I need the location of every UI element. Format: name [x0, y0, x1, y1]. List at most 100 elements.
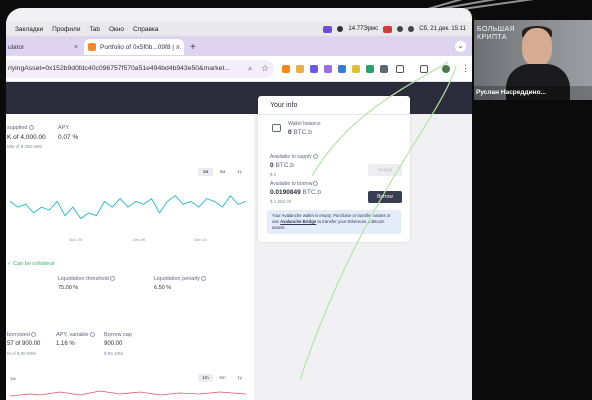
liquidation-penalty-label: Liquidation penalty	[154, 276, 206, 282]
menu-profiles[interactable]: Профили	[52, 26, 80, 33]
brand-line: БОЛЬШАЯ	[477, 26, 516, 33]
total-borrowed-usd: M of $ 80.89M	[7, 351, 36, 356]
menu-tab[interactable]: Tab	[89, 26, 99, 33]
range-button-1y[interactable]: 1y	[232, 374, 247, 382]
info-icon[interactable]	[312, 154, 318, 160]
info-icon[interactable]	[28, 125, 34, 131]
app-badge-icon[interactable]	[383, 25, 393, 33]
borrow-button[interactable]: Borrow	[368, 191, 402, 203]
search-icon[interactable]	[408, 26, 415, 32]
channel-brand: БОЛЬШАЯ КРИПТА	[477, 26, 517, 42]
your-info-card: Your info Wallet balance 0 BTC.b Availab…	[258, 96, 410, 242]
borrow-cap-label: Borrow cap	[104, 332, 132, 338]
info-icon[interactable]	[109, 276, 115, 282]
extension-icon[interactable]	[324, 65, 332, 73]
tab-list-button[interactable]: ⌄	[455, 41, 466, 52]
range-button-6m[interactable]: 6m	[215, 374, 230, 382]
zoom-icon[interactable]: ⌕	[248, 64, 252, 74]
x-tick-label: Dec 19	[194, 237, 207, 242]
total-supplied-usd: MM of $ 380.00M	[7, 144, 43, 149]
toolbar: rlyingAsset=0x152b9d0fdc40c096757f570a51…	[6, 56, 472, 82]
total-borrowed-label: borrowed	[7, 332, 36, 338]
wifi-icon[interactable]	[397, 26, 404, 32]
available-supply-usd: $ 0	[270, 172, 277, 177]
borrow-apy-label: APY, variable	[56, 332, 95, 338]
sidebar-icon[interactable]	[420, 65, 428, 73]
info-icon[interactable]	[89, 332, 95, 338]
extension-icon[interactable]	[338, 65, 346, 73]
menu-bookmarks[interactable]: Закладки	[15, 26, 43, 33]
presenter-name: Руслан Насреддино...	[474, 86, 592, 100]
total-supplied-label: supplied	[7, 125, 34, 131]
tab-calculator[interactable]: ulator ×	[6, 39, 82, 55]
your-info-title: Your info	[270, 102, 298, 109]
site-favicon-icon	[88, 43, 96, 51]
range-button-1y[interactable]: 1y	[232, 168, 247, 176]
available-borrow-usd: $ 1,855.00	[270, 199, 292, 204]
clock: Сб, 21 дек. 15:11	[419, 26, 466, 32]
extension-icon[interactable]	[352, 65, 360, 73]
liquidation-threshold-label: Liquidation threshold	[58, 276, 115, 282]
menubar-status: 14.77Эрмс Сб, 21 дек. 15:11	[323, 22, 466, 36]
new-tab-button[interactable]: +	[190, 42, 196, 53]
range-button-6m[interactable]: 6м	[215, 168, 230, 176]
network-speed: 14.77Эрмс	[348, 26, 379, 32]
close-icon[interactable]: ×	[74, 44, 78, 51]
bookmark-star-icon[interactable]: ☆	[261, 63, 269, 74]
supply-apy-label: APY	[58, 125, 70, 131]
url-text: rlyingAsset=0x152b9d0fdc40c096757f570a51…	[8, 65, 231, 72]
wallet-balance-label: Wallet balance	[288, 121, 321, 127]
info-icon[interactable]	[200, 276, 206, 282]
available-supply-value: 0 BTC.b	[270, 162, 294, 169]
collateral-status: ✓ Can be collateral	[7, 261, 55, 267]
menubar: Закладки Профили Tab Окно Справка 14.77Э…	[6, 22, 472, 36]
borrow-apy-value: 1.16 %	[56, 341, 75, 347]
borrow-cap-usd: $ 89.19M	[104, 351, 123, 356]
screen-share-icon[interactable]	[323, 25, 333, 33]
supply-button[interactable]: Supply	[368, 164, 402, 176]
available-borrow-value: 0.0190849 BTC.b	[270, 189, 321, 196]
range-button-1m[interactable]: 1м	[198, 168, 213, 176]
extension-icon[interactable]	[380, 65, 388, 73]
empty-wallet-notice: Your Avalanche wallet is empty. Purchase…	[267, 210, 401, 234]
avalanche-bridge-link[interactable]: Avalanche Bridge	[280, 219, 316, 224]
total-supplied-value: K of 4,000.00	[7, 134, 46, 141]
liquidation-penalty-value: 6.50 %	[154, 285, 172, 291]
range-button-1m[interactable]: 1m	[198, 374, 213, 382]
borrow-chart-range: 1m 6m 1y	[198, 374, 247, 382]
x-tick-label: Nov 26	[69, 237, 82, 242]
borrow-apy-chart	[10, 390, 246, 397]
browser-menu-icon[interactable]: ⋮	[461, 63, 470, 74]
extension-icon[interactable]	[296, 65, 304, 73]
divider	[258, 114, 410, 115]
close-icon[interactable]: ×	[176, 44, 180, 51]
brand-line: КРИПТА	[477, 34, 507, 41]
supply-chart-range: 1м 6м 1y	[198, 168, 247, 176]
available-supply-label: Available to supply	[270, 154, 318, 160]
record-icon[interactable]	[337, 26, 344, 32]
info-icon[interactable]	[313, 181, 319, 187]
address-bar[interactable]: rlyingAsset=0x152b9d0fdc40c096757f570a51…	[6, 60, 274, 78]
tab-strip: ulator × Portfolio of 0x5f0b...09f8 | ..…	[6, 36, 472, 56]
x-tick-label: Dec 09	[133, 237, 146, 242]
liquidation-threshold-value: 75.00 %	[58, 285, 79, 291]
extensions-puzzle-icon[interactable]	[396, 65, 404, 73]
tab-portfolio[interactable]: Portfolio of 0x5f0b...09f8 | ... ×	[84, 39, 184, 55]
menu-window[interactable]: Окно	[109, 26, 124, 33]
tab-label: ulator	[8, 43, 25, 51]
extension-icon[interactable]	[366, 65, 374, 73]
extension-icon[interactable]	[310, 65, 318, 73]
borrow-chart-range-label[interactable]: 1м	[10, 376, 16, 381]
menu-help[interactable]: Справка	[133, 26, 159, 33]
info-icon[interactable]	[30, 332, 36, 338]
supply-apy-value: 0.07 %	[58, 134, 79, 141]
profile-avatar[interactable]	[442, 65, 450, 73]
webcam-overlay: БОЛЬШАЯ КРИПТА Руслан Насреддино...	[474, 20, 592, 100]
total-borrowed-value: 57 of 900.00	[7, 341, 41, 347]
reserve-overview-panel: supplied K of 4,000.00 MM of $ 380.00M A…	[6, 114, 254, 400]
apy-series-line	[10, 194, 246, 220]
borrow-apy-line	[10, 390, 246, 397]
presenter-face	[522, 28, 552, 66]
metamask-extension-icon[interactable]	[282, 65, 290, 73]
tab-label: Portfolio of 0x5f0b...09f8 | ...	[100, 43, 182, 51]
